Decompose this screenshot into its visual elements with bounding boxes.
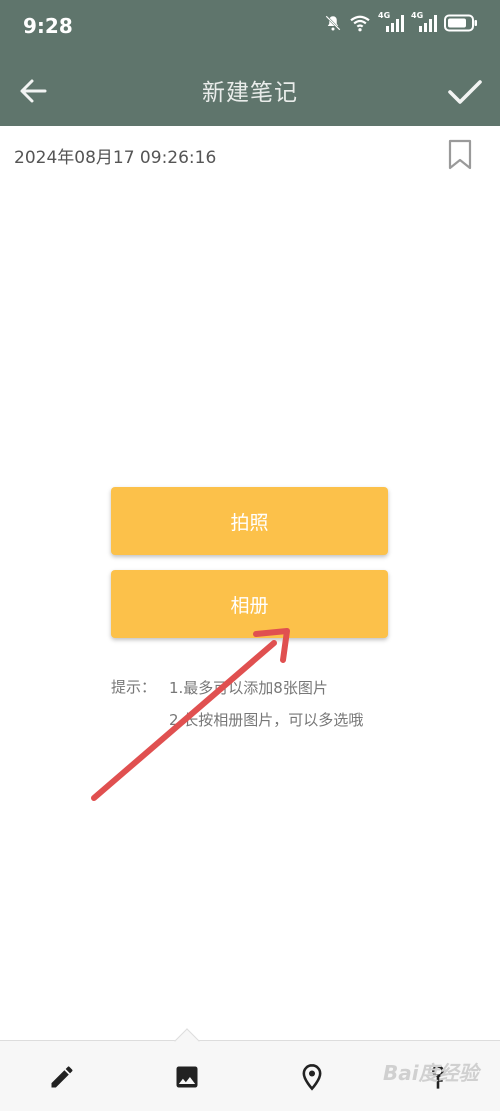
signal-icon-2: 4G [411, 11, 437, 32]
check-icon [448, 80, 482, 104]
status-time: 9:28 [23, 14, 73, 38]
tip-line-1: 1.最多可以添加8张图片 [169, 679, 328, 697]
battery-icon [444, 14, 477, 32]
tab-location[interactable] [292, 1059, 332, 1095]
tip-line-2: 2.长按相册图片，可以多选哦 [169, 711, 364, 729]
bookmark-icon [448, 139, 472, 170]
photo-album-button[interactable]: 相册 [111, 570, 388, 638]
tab-edit[interactable] [42, 1059, 82, 1095]
status-bar: 9:28 4G 4G [0, 0, 500, 55]
confirm-button[interactable] [445, 73, 485, 111]
tab-image[interactable] [167, 1059, 207, 1095]
bookmark-button[interactable] [446, 139, 474, 171]
watermark-logo: Bai度经验 [383, 1061, 479, 1085]
wifi-icon [350, 15, 370, 32]
image-icon [176, 1066, 198, 1088]
bottom-toolbar: Bai度经验 [0, 1028, 500, 1111]
status-icons: 4G 4G [324, 11, 478, 32]
page-title: 新建笔记 [202, 80, 298, 106]
selected-tab-indicator [174, 1028, 200, 1054]
pencil-icon [51, 1066, 73, 1088]
note-datetime: 2024年08月17 09:26:16 [14, 148, 217, 168]
mute-icon [325, 15, 341, 31]
location-pin-icon [302, 1064, 322, 1091]
app-bar: 新建笔记 [0, 55, 500, 126]
take-photo-button[interactable]: 拍照 [111, 487, 388, 555]
tip-label: 提示： [111, 678, 157, 696]
signal-icon-1: 4G [378, 11, 404, 32]
